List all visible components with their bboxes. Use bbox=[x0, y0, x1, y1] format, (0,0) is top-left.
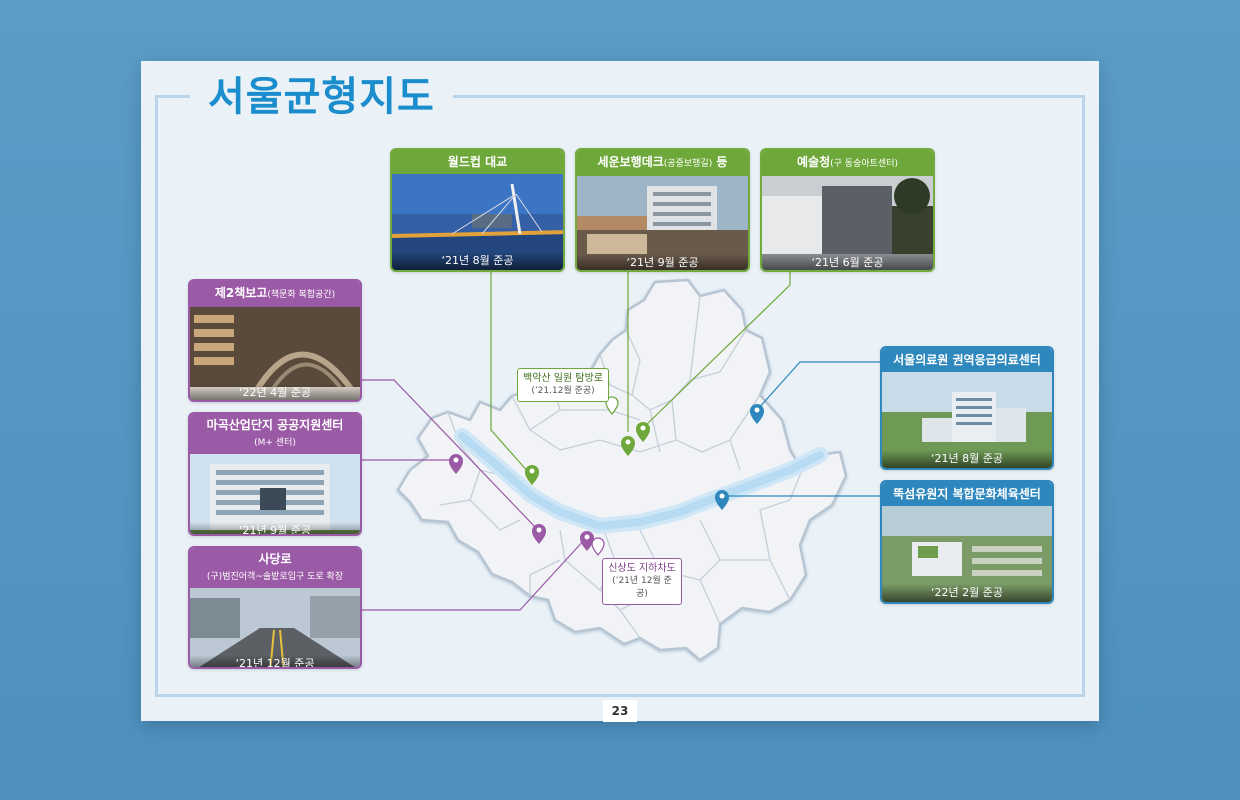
card-yesulcheong-head: 예술청(구 동숭아트센터) bbox=[762, 150, 933, 176]
card-yesulcheong-title: 예술청 bbox=[797, 155, 831, 169]
card-yesulcheong[interactable]: 예술청(구 동숭아트센터) ‘21년 6월 준공 bbox=[760, 148, 935, 272]
card-ttukseom[interactable]: 뚝섬유원지 복합문화체육센터 ‘22년 2월 준공 bbox=[880, 480, 1054, 604]
card-bookgo-title: 제2책보고 bbox=[214, 286, 268, 300]
card-sadang-subtitle: (구)범진어객~솔밭로입구 도로 확장 bbox=[206, 572, 344, 582]
label-baegak-sub: (’21.12월 준공) bbox=[531, 386, 595, 396]
card-sewoon-subtitle: (공중보행길) bbox=[663, 159, 713, 169]
card-worldcup[interactable]: 월드컵 대교 ‘21년 8월 준공 bbox=[390, 148, 565, 272]
card-magok-head: 마곡산업단지 공공지원센터 (M+ 센터) bbox=[190, 414, 360, 454]
seoul-map bbox=[362, 272, 880, 662]
card-worldcup-photo: ‘21년 8월 준공 bbox=[392, 174, 563, 270]
card-worldcup-title: 월드컵 대교 bbox=[392, 150, 563, 174]
label-sinsangdo[interactable]: 신상도 지하차도 (’21년 12월 준공) bbox=[602, 558, 682, 605]
card-medical-title: 서울의료원 권역응급의료센터 bbox=[882, 348, 1052, 372]
card-bookgo-head: 제2책보고(책문화 복합공간) bbox=[190, 281, 360, 307]
card-worldcup-caption: ‘21년 8월 준공 bbox=[392, 252, 563, 270]
card-magok-caption: ‘21년 9월 준공 bbox=[190, 522, 360, 534]
card-sadang-head: 사당로 (구)범진어객~솔밭로입구 도로 확장 bbox=[190, 548, 360, 588]
card-sewoon-head: 세운보행데크(공중보행길) 등 bbox=[577, 150, 748, 176]
card-bookgo-caption: ‘22년 4월 준공 bbox=[190, 384, 360, 400]
card-medical-caption: ‘21년 8월 준공 bbox=[882, 450, 1052, 468]
card-magok-title: 마곡산업단지 공공지원센터 bbox=[206, 418, 344, 432]
card-ttukseom-photo: ‘22년 2월 준공 bbox=[882, 506, 1052, 602]
card-sewoon-photo: ‘21년 9월 준공 bbox=[577, 176, 748, 270]
page-number: 23 bbox=[603, 700, 637, 722]
card-bookgo[interactable]: 제2책보고(책문화 복합공간) ‘22년 4월 준공 bbox=[188, 279, 362, 402]
card-sadang[interactable]: 사당로 (구)범진어객~솔밭로입구 도로 확장 ‘21년 12월 준공 bbox=[188, 546, 362, 669]
card-ttukseom-title: 뚝섬유원지 복합문화체육센터 bbox=[882, 482, 1052, 506]
card-yesulcheong-photo: ‘21년 6월 준공 bbox=[762, 176, 933, 270]
card-bookgo-photo: ‘22년 4월 준공 bbox=[190, 307, 360, 400]
label-baegak-title: 백악산 일원 탐방로 bbox=[523, 373, 603, 384]
label-baegak[interactable]: 백악산 일원 탐방로 (’21.12월 준공) bbox=[517, 368, 609, 402]
card-yesulcheong-caption: ‘21년 6월 준공 bbox=[762, 254, 933, 270]
label-sinsangdo-title: 신상도 지하차도 bbox=[608, 563, 676, 574]
card-sewoon-suffix: 등 bbox=[712, 155, 728, 169]
card-sewoon-caption: ‘21년 9월 준공 bbox=[577, 254, 748, 270]
card-magok-photo: ‘21년 9월 준공 bbox=[190, 454, 360, 534]
leader-medical bbox=[756, 361, 880, 411]
card-sewoon[interactable]: 세운보행데크(공중보행길) 등 ‘21년 9월 준공 bbox=[575, 148, 750, 272]
label-sinsangdo-sub: (’21년 12월 준공) bbox=[612, 576, 672, 599]
card-yesulcheong-subtitle: (구 동숭아트센터) bbox=[830, 159, 898, 169]
card-ttukseom-caption: ‘22년 2월 준공 bbox=[882, 584, 1052, 602]
card-sadang-caption: ‘21년 12월 준공 bbox=[190, 655, 360, 667]
card-medical[interactable]: 서울의료원 권역응급의료센터 ‘21년 8월 준공 bbox=[880, 346, 1054, 470]
card-bookgo-subtitle: (책문화 복합공간) bbox=[267, 290, 336, 300]
card-sadang-photo: ‘21년 12월 준공 bbox=[190, 588, 360, 667]
card-magok-subtitle: (M+ 센터) bbox=[254, 438, 296, 448]
card-medical-photo: ‘21년 8월 준공 bbox=[882, 372, 1052, 468]
card-sewoon-title: 세운보행데크 bbox=[597, 155, 664, 169]
card-sadang-title: 사당로 bbox=[258, 552, 292, 566]
card-magok[interactable]: 마곡산업단지 공공지원센터 (M+ 센터) ‘21년 9월 준공 bbox=[188, 412, 362, 536]
